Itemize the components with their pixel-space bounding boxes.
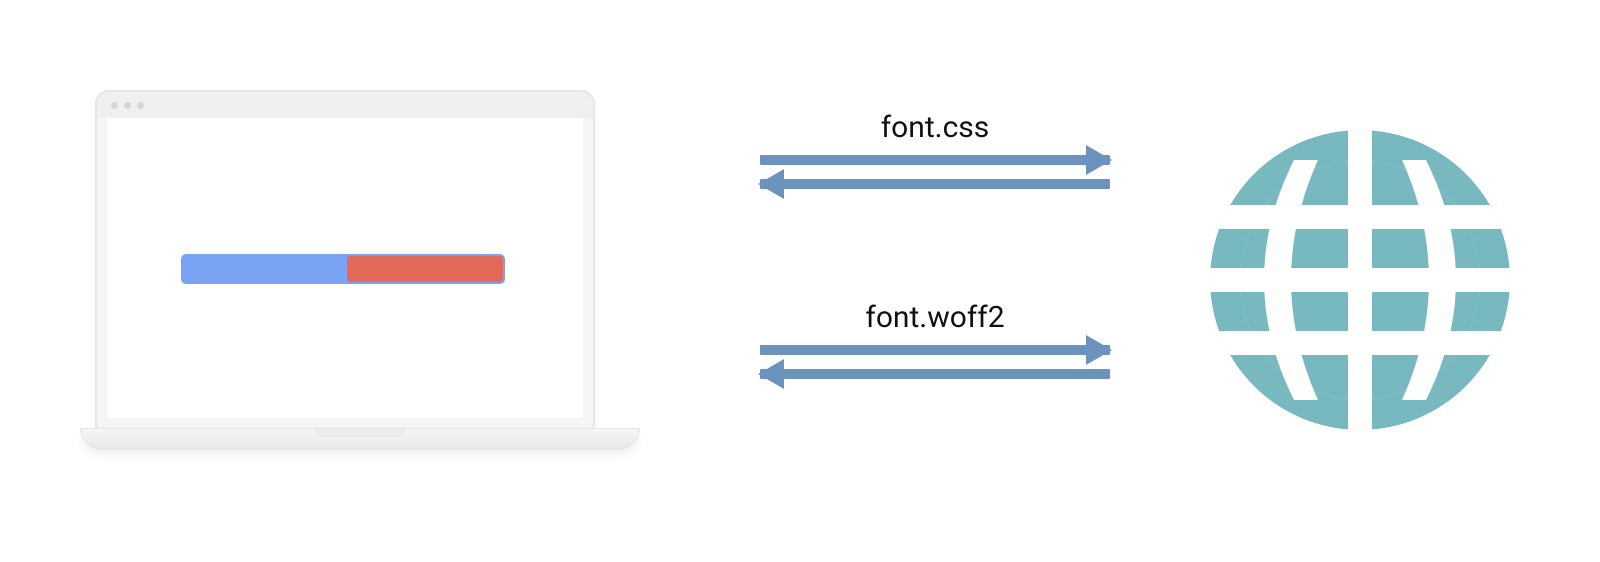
browser-chrome: [97, 92, 593, 118]
progress-fill: [347, 256, 503, 282]
arrow-right-icon: [760, 345, 1110, 355]
laptop-base: [80, 428, 640, 450]
window-dot-icon: [137, 102, 144, 109]
laptop-viewport: [107, 118, 583, 418]
laptop: [80, 90, 610, 490]
laptop-screen-frame: [95, 90, 595, 430]
arrow-right-icon: [760, 155, 1110, 165]
globe-icon: [1210, 130, 1510, 430]
progress-bar: [181, 254, 505, 284]
arrow-left-icon: [760, 179, 1110, 189]
request-label: font.woff2: [760, 300, 1110, 335]
request-font-css: font.css: [760, 110, 1110, 189]
window-dot-icon: [124, 102, 131, 109]
request-label: font.css: [760, 110, 1110, 145]
window-dot-icon: [111, 102, 118, 109]
laptop-notch: [315, 429, 405, 437]
request-font-woff2: font.woff2: [760, 300, 1110, 379]
arrow-left-icon: [760, 369, 1110, 379]
